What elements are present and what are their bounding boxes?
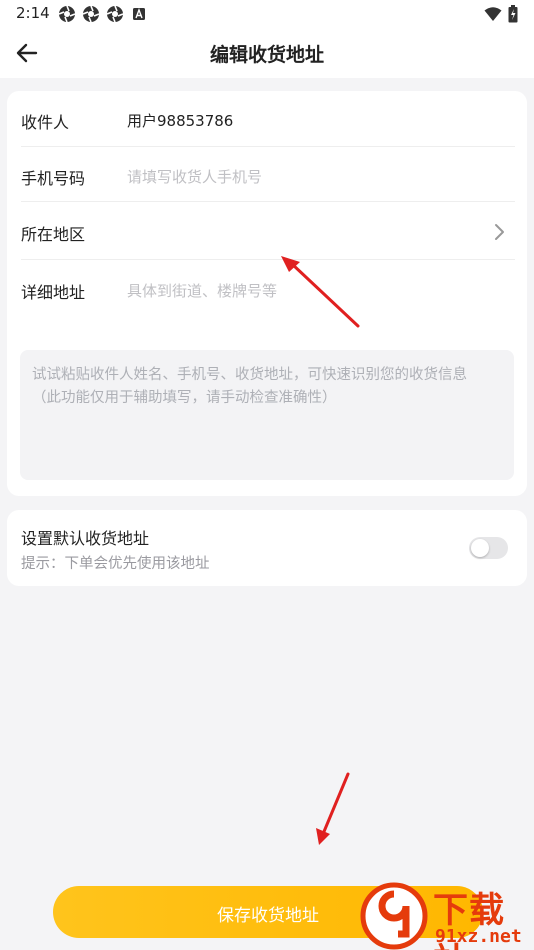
status-time: 2:14: [16, 4, 50, 22]
address-form-card: 收件人 用户98853786 手机号码 请填写收货人手机号 所在地区 详细地址 …: [7, 91, 527, 496]
paste-placeholder-line1: 试试粘贴收件人姓名、手机号、收货地址，可快速识别您的收货信息: [32, 367, 467, 383]
page-title: 编辑收货地址: [209, 44, 324, 66]
font-app-icon: [133, 8, 145, 20]
default-address-hint: 提示：下单会优先使用该地址: [21, 556, 210, 572]
phone-label: 手机号码: [21, 169, 86, 188]
divider: [21, 146, 515, 147]
paste-placeholder-line2: （此功能仅用于辅助填写，请手动检查准确性）: [32, 390, 337, 406]
detail-address-input[interactable]: 具体到街道、楼牌号等: [127, 280, 277, 301]
phone-input[interactable]: 请填写收货人手机号: [127, 166, 262, 187]
smart-paste-textarea[interactable]: 试试粘贴收件人姓名、手机号、收货地址，可快速识别您的收货信息 （此功能仅用于辅助…: [20, 350, 514, 480]
watermark-logo-icon: [360, 882, 428, 950]
divider: [21, 259, 515, 260]
default-address-toggle[interactable]: [469, 537, 508, 559]
region-row[interactable]: 所在地区: [21, 204, 513, 260]
watermark-url: 91xz.net: [435, 926, 522, 947]
detail-address-row[interactable]: 详细地址 具体到街道、楼牌号等: [21, 262, 513, 318]
detail-address-label: 详细地址: [21, 283, 86, 302]
recipient-input[interactable]: 用户98853786: [127, 110, 233, 131]
wifi-icon: [484, 7, 502, 21]
battery-charging-icon: [508, 5, 518, 23]
toggle-knob: [471, 539, 489, 557]
top-app-bar: 2:14 编辑收货地址: [0, 0, 534, 78]
system-icons: [484, 5, 518, 23]
notification-icons: [58, 5, 148, 23]
region-label: 所在地区: [21, 225, 86, 244]
aperture-icon: [106, 5, 124, 23]
status-bar: 2:14: [0, 0, 534, 28]
site-watermark: 下载站 91xz.net: [360, 882, 534, 950]
default-address-card: 设置默认收货地址 提示：下单会优先使用该地址: [7, 510, 527, 586]
chevron-right-icon[interactable]: [493, 222, 507, 242]
annotation-arrow-save: [316, 772, 350, 845]
aperture-icon: [82, 5, 100, 23]
recipient-label: 收件人: [21, 113, 70, 132]
divider: [21, 201, 515, 202]
recipient-row[interactable]: 收件人 用户98853786: [21, 92, 513, 148]
phone-row[interactable]: 手机号码 请填写收货人手机号: [21, 148, 513, 204]
aperture-icon: [58, 5, 76, 23]
default-address-title: 设置默认收货地址: [21, 529, 150, 548]
